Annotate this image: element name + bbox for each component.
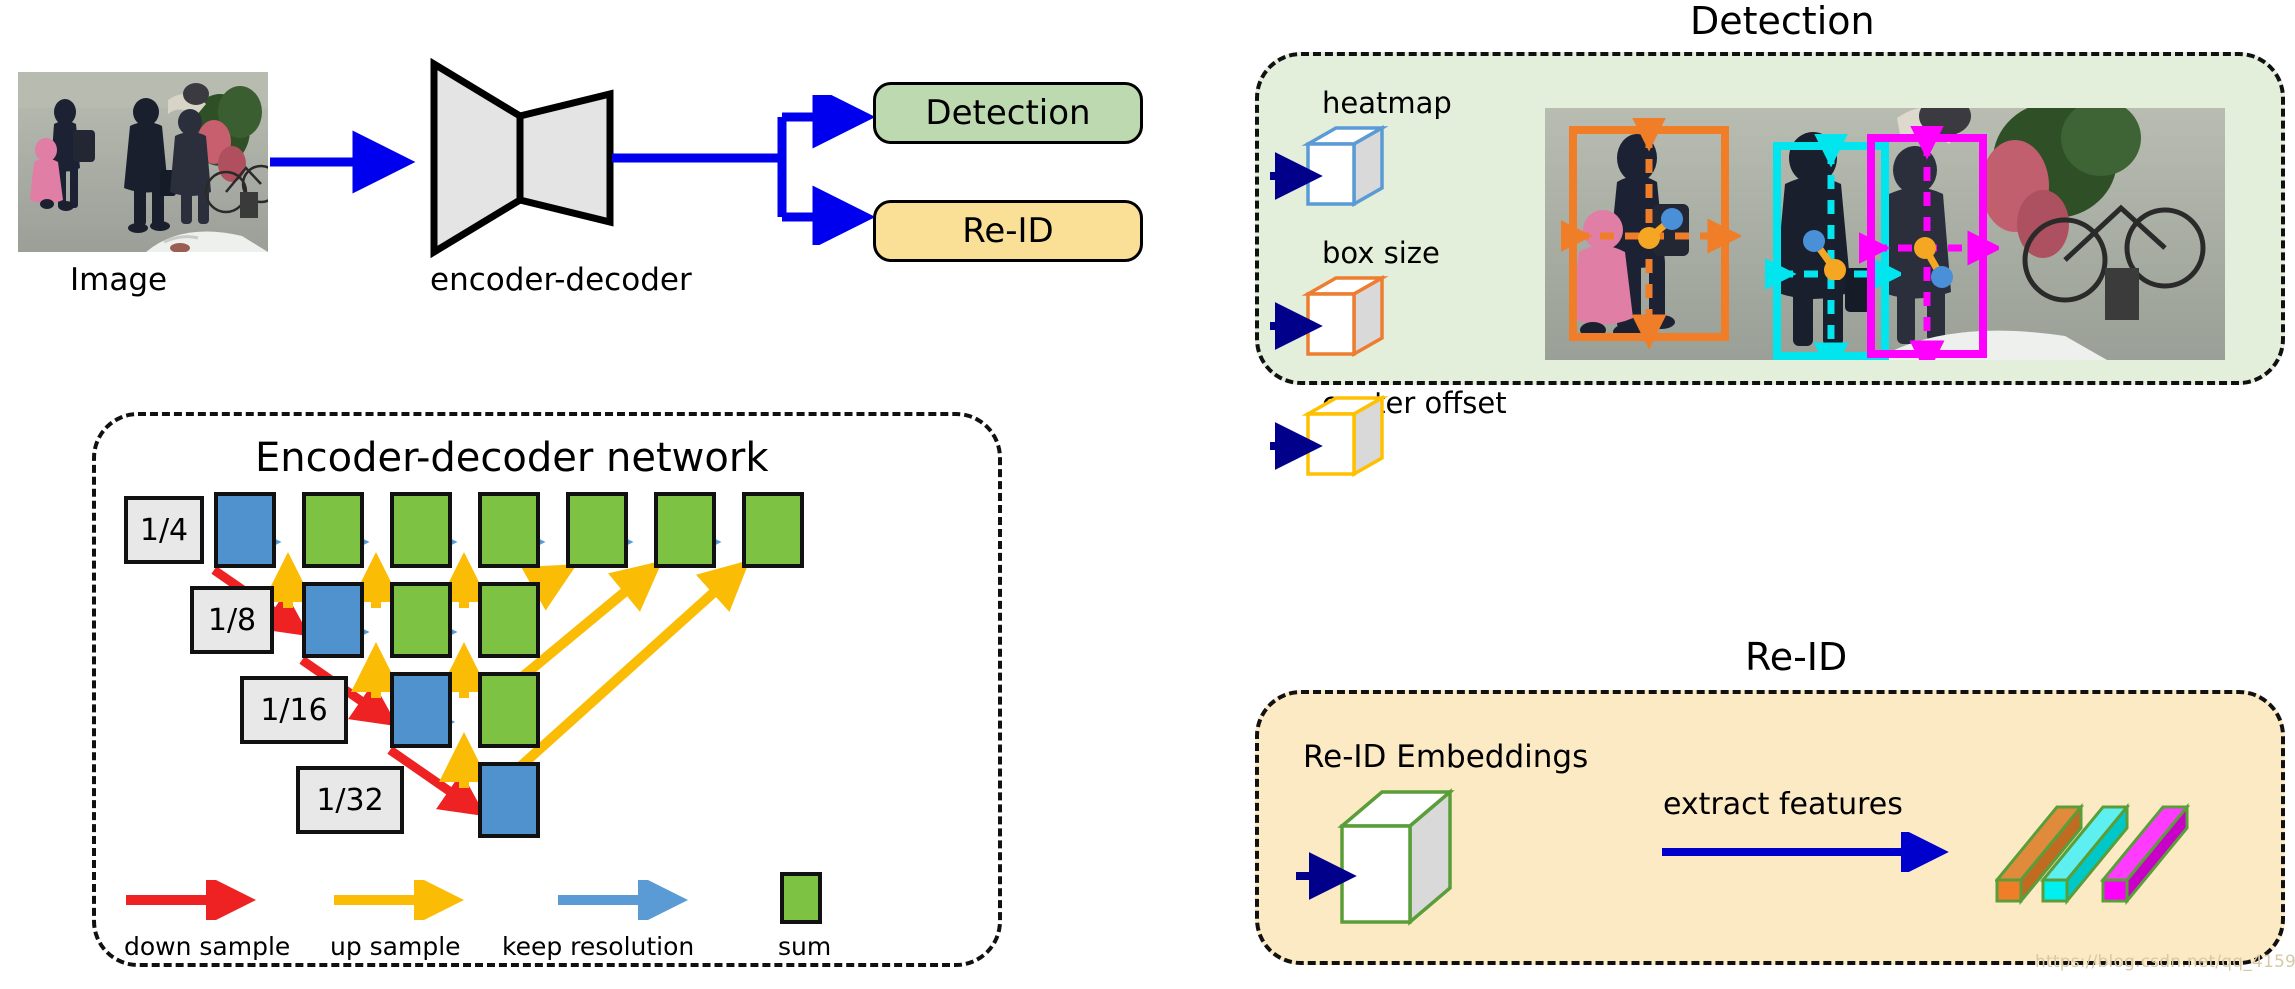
hourglass-shape	[430, 58, 614, 258]
legend-label-sum: sum	[778, 932, 832, 961]
detection-result-image	[1545, 108, 2225, 360]
block-blue-r4c1	[478, 762, 540, 838]
encoder-decoder-caption: encoder-decoder	[430, 262, 692, 298]
legend-sum-swatch	[780, 872, 822, 924]
scale-label-text: 1/8	[207, 602, 257, 638]
extract-features-label: extract features	[1663, 787, 1903, 822]
arrow-image-to-encoder	[270, 130, 416, 194]
legend-label-down-sample: down sample	[124, 932, 291, 961]
bbox-3-center-offset-marker	[1914, 237, 1953, 288]
image-caption: Image	[70, 262, 168, 298]
scale-label-1-16: 1/16	[240, 676, 348, 744]
reid-embeddings-label: Re-ID Embeddings	[1303, 739, 1589, 775]
scale-label-1-8: 1/8	[190, 586, 274, 654]
block-blue-r3c1	[390, 672, 452, 748]
scale-label-text: 1/32	[316, 782, 384, 818]
block-green-r1c5	[566, 492, 628, 568]
watermark: https://blog.csdn.net/qq_41590335	[2035, 952, 2295, 972]
scale-label-text: 1/16	[260, 692, 328, 728]
detection-branch-label: Detection	[925, 93, 1091, 133]
head-label-heatmap: heatmap	[1322, 86, 1452, 120]
detection-branch-button[interactable]: Detection	[873, 82, 1143, 144]
branch-connector	[612, 95, 876, 245]
reid-branch-button[interactable]: Re-ID	[873, 200, 1143, 262]
scale-label-text: 1/4	[139, 512, 189, 548]
block-blue-r1c1	[214, 492, 276, 568]
input-image	[18, 72, 268, 252]
legend-arrows	[126, 880, 689, 920]
block-green-r1c4	[478, 492, 540, 568]
block-green-r2c3	[478, 582, 540, 658]
bbox-2-center-offset-marker	[1803, 230, 1846, 280]
heatmap-cube	[1301, 124, 1389, 208]
block-green-r1c7	[742, 492, 804, 568]
reid-embedding-cube	[1296, 788, 1455, 926]
detection-panel-title: Detection	[1690, 0, 1875, 43]
center-offset-cube	[1301, 394, 1389, 478]
detection-head-cubes	[1270, 124, 1389, 478]
block-green-r1c2	[302, 492, 364, 568]
block-blue-r2c1	[302, 582, 364, 658]
reid-panel-title: Re-ID	[1745, 635, 1848, 679]
legend-label-up-sample: up sample	[330, 932, 461, 961]
reid-feature-vectors	[1995, 802, 2191, 906]
box-size-cube	[1301, 274, 1389, 358]
block-green-r1c6	[654, 492, 716, 568]
scale-label-1-4: 1/4	[124, 496, 204, 564]
block-green-r1c3	[390, 492, 452, 568]
block-green-r2c2	[390, 582, 452, 658]
scale-label-1-32: 1/32	[296, 766, 404, 834]
legend-label-keep-resolution: keep resolution	[502, 932, 695, 961]
block-green-r3c2	[478, 672, 540, 748]
reid-branch-label: Re-ID	[962, 211, 1054, 251]
bbox-1-center-offset-marker	[1638, 208, 1683, 249]
extract-features-arrow	[1662, 832, 1949, 872]
